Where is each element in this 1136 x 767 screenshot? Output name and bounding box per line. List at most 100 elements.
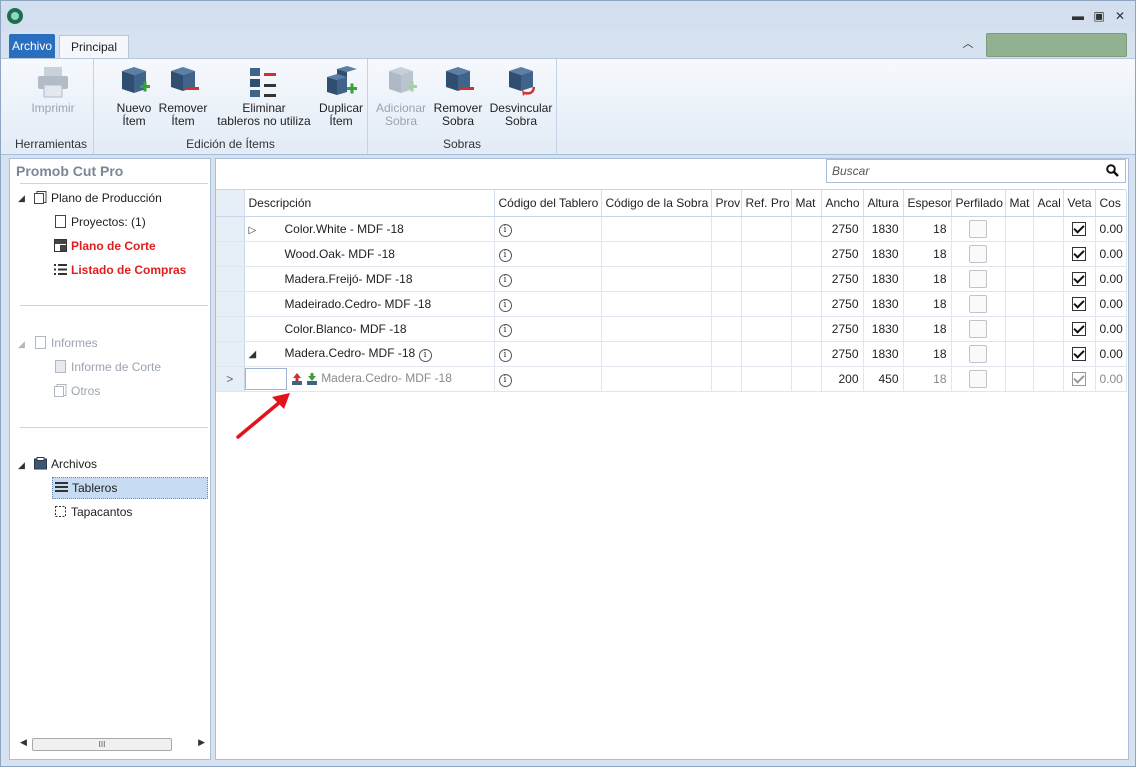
description-cell[interactable]: Wood.Oak- MDF -18 xyxy=(244,241,495,267)
perfilado-box[interactable] xyxy=(969,370,987,388)
maximize-icon[interactable]: ▣ xyxy=(1092,9,1106,23)
perfilado-cell[interactable] xyxy=(951,291,1006,317)
perfilado-box[interactable] xyxy=(969,320,987,338)
table-row[interactable]: Madera.Freijó- MDF -18 i 2750 1830 18 0.00 xyxy=(216,266,1127,292)
altura-cell[interactable]: 1830 xyxy=(863,341,904,367)
empty-cell[interactable] xyxy=(741,341,792,367)
board-code-cell[interactable]: i xyxy=(494,291,602,317)
expand-arrow-icon[interactable]: ◢ xyxy=(18,193,25,204)
cost-cell[interactable]: 0.00 xyxy=(1095,241,1127,267)
tree-plano-produccion[interactable]: Plano de Producción xyxy=(34,191,162,205)
expand-arrow-icon[interactable]: ◢ xyxy=(18,460,25,471)
column-header[interactable]: Ref. Pro xyxy=(741,190,792,217)
empty-cell[interactable] xyxy=(1005,216,1034,242)
board-code-cell[interactable]: i xyxy=(494,316,602,342)
scroll-thumb[interactable]: III xyxy=(32,738,172,751)
altura-cell[interactable]: 1830 xyxy=(863,266,904,292)
empty-cell[interactable] xyxy=(741,241,792,267)
search-input[interactable]: Buscar xyxy=(826,159,1126,183)
veta-cell[interactable] xyxy=(1063,316,1096,342)
tree-tableros[interactable]: Tableros xyxy=(52,477,208,499)
board-code-cell[interactable]: i xyxy=(494,216,602,242)
row-selector[interactable] xyxy=(216,241,245,267)
column-header[interactable]: Ancho xyxy=(821,190,864,217)
empty-cell[interactable] xyxy=(711,341,742,367)
empty-cell[interactable] xyxy=(711,241,742,267)
empty-cell[interactable] xyxy=(711,316,742,342)
altura-cell[interactable]: 450 xyxy=(863,366,904,392)
table-row[interactable]: ◢ Madera.Cedro- MDF -18 i i 2750 1830 18 0.00 xyxy=(216,341,1127,367)
board-code-cell[interactable]: i xyxy=(494,341,602,367)
empty-cell[interactable] xyxy=(1033,316,1064,342)
table-row[interactable]: Madeirado.Cedro- MDF -18 i 2750 1830 18 0.00 xyxy=(216,291,1127,317)
duplicar-item-button[interactable]: Duplicar Ítem xyxy=(316,65,366,128)
empty-cell[interactable] xyxy=(1005,266,1034,292)
info-icon[interactable]: i xyxy=(498,274,512,287)
board-code-cell[interactable]: i xyxy=(494,366,602,392)
tab-principal[interactable]: Principal xyxy=(59,35,129,59)
search-icon[interactable] xyxy=(1106,164,1119,177)
board-code-cell[interactable]: i xyxy=(494,266,602,292)
empty-cell[interactable] xyxy=(1005,316,1034,342)
column-header[interactable]: Código del Tablero xyxy=(494,190,602,217)
empty-cell[interactable] xyxy=(1005,341,1034,367)
empty-cell[interactable] xyxy=(1033,216,1064,242)
veta-cell[interactable] xyxy=(1063,216,1096,242)
empty-cell[interactable] xyxy=(791,216,822,242)
scroll-left-icon[interactable]: ◀ xyxy=(20,737,27,748)
minimize-icon[interactable]: ▬ xyxy=(1071,9,1085,23)
info-icon[interactable]: i xyxy=(418,349,432,362)
expander-icon[interactable]: ◢ xyxy=(249,349,285,360)
eliminar-tableros-button[interactable]: Eliminar tableros no utiliza xyxy=(214,65,314,128)
imprimir-button[interactable]: Imprimir xyxy=(31,65,75,115)
column-header[interactable]: Veta xyxy=(1063,190,1096,217)
cost-cell[interactable]: 0.00 xyxy=(1095,216,1127,242)
veta-cell[interactable] xyxy=(1063,241,1096,267)
table-row[interactable]: Color.Blanco- MDF -18 i 2750 1830 18 0.00 xyxy=(216,316,1127,342)
empty-cell[interactable] xyxy=(711,366,742,392)
info-icon[interactable]: i xyxy=(498,349,512,362)
column-header[interactable]: Altura xyxy=(863,190,904,217)
espesor-cell[interactable]: 18 xyxy=(903,216,952,242)
description-cell[interactable]: Madeirado.Cedro- MDF -18 xyxy=(244,291,495,317)
column-header[interactable]: Mat xyxy=(1005,190,1034,217)
info-icon[interactable]: i xyxy=(498,249,512,262)
tree-informes[interactable]: Informes xyxy=(34,336,98,350)
ancho-cell[interactable]: 2750 xyxy=(821,266,864,292)
info-icon[interactable]: i xyxy=(498,299,512,312)
empty-cell[interactable] xyxy=(711,216,742,242)
espesor-cell[interactable]: 18 xyxy=(903,341,952,367)
perfilado-box[interactable] xyxy=(969,245,987,263)
table-row[interactable]: Wood.Oak- MDF -18 i 2750 1830 18 0.00 xyxy=(216,241,1127,267)
board-code-cell[interactable]: i xyxy=(494,241,602,267)
description-cell[interactable]: ▷ Color.White - MDF -18 xyxy=(244,216,495,242)
row-selector[interactable] xyxy=(216,266,245,292)
empty-cell[interactable] xyxy=(1033,266,1064,292)
empty-cell[interactable] xyxy=(1005,366,1034,392)
empty-cell[interactable] xyxy=(741,216,792,242)
remover-item-button[interactable]: Remover Ítem xyxy=(158,65,208,128)
empty-cell[interactable] xyxy=(1033,291,1064,317)
description-cell[interactable]: Color.Blanco- MDF -18 xyxy=(244,316,495,342)
perfilado-cell[interactable] xyxy=(951,241,1006,267)
empty-cell[interactable] xyxy=(601,266,712,292)
remover-sobra-button[interactable]: Remover Sobra xyxy=(432,65,484,128)
empty-cell[interactable] xyxy=(601,291,712,317)
tree-listado-compras[interactable]: Listado de Compras xyxy=(54,263,186,277)
empty-cell[interactable] xyxy=(601,341,712,367)
info-icon[interactable]: i xyxy=(498,324,512,337)
scroll-right-icon[interactable]: ▶ xyxy=(198,737,205,748)
ancho-cell[interactable]: 2750 xyxy=(821,216,864,242)
perfilado-cell[interactable] xyxy=(951,216,1006,242)
empty-cell[interactable] xyxy=(791,366,822,392)
desvincular-sobra-button[interactable]: Desvincular Sobra xyxy=(488,65,554,128)
altura-cell[interactable]: 1830 xyxy=(863,291,904,317)
empty-cell[interactable] xyxy=(601,241,712,267)
empty-cell[interactable] xyxy=(1033,241,1064,267)
nuevo-item-button[interactable]: Nuevo Ítem xyxy=(112,65,156,128)
veta-cell[interactable] xyxy=(1063,291,1096,317)
empty-cell[interactable] xyxy=(741,266,792,292)
tree-tapacantos[interactable]: Tapacantos xyxy=(54,505,132,519)
empty-cell[interactable] xyxy=(711,291,742,317)
adicionar-sobra-button[interactable]: Adicionar Sobra xyxy=(374,65,428,128)
